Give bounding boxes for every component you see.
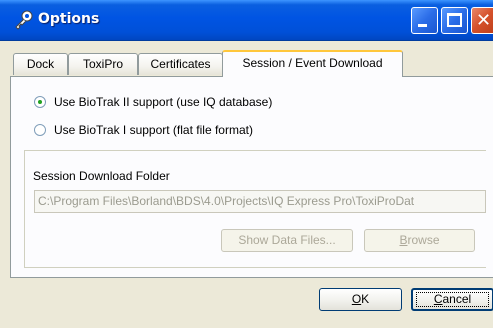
close-button[interactable]: ✕	[471, 7, 493, 34]
biotrak1-radio-label: Use BioTrak I support (flat file format)	[54, 123, 253, 137]
radio-button-checked[interactable]	[34, 96, 46, 108]
ok-label-rest: K	[361, 292, 370, 306]
browse-label-rest: rowse	[407, 233, 440, 247]
browse-button[interactable]: Browse	[364, 229, 475, 252]
radio-button-unchecked[interactable]	[34, 124, 46, 136]
tab-certificates[interactable]: Certificates	[138, 53, 223, 75]
maximize-icon	[447, 13, 462, 27]
browse-accelerator: B	[399, 233, 408, 247]
window-title: Options	[38, 11, 100, 27]
session-download-folder-label: Session Download Folder	[33, 169, 170, 183]
tab-session-event-download[interactable]: Session / Event Download	[222, 50, 403, 77]
focus-rectangle	[416, 292, 489, 307]
cancel-button[interactable]: Cancel	[411, 288, 493, 311]
key-wrench-icon	[15, 10, 33, 30]
ok-button[interactable]: OK	[319, 288, 402, 311]
tab-toxipro[interactable]: ToxiPro	[68, 53, 138, 75]
title-bar[interactable]: Options ✕	[0, 0, 493, 41]
close-icon: ✕	[476, 10, 492, 31]
maximize-button[interactable]	[441, 7, 468, 34]
show-data-files-button[interactable]: Show Data Files...	[221, 229, 353, 252]
biotrak2-radio-label: Use BioTrak II support (use IQ database)	[54, 95, 273, 109]
minimize-icon	[418, 24, 427, 27]
ok-accelerator: O	[351, 292, 362, 306]
minimize-button[interactable]	[411, 7, 438, 34]
tab-strip: Dock ToxiPro Certificates Session / Even…	[0, 50, 493, 77]
session-download-path-field[interactable]: C:\Program Files\Borland\BDS\4.0\Project…	[34, 190, 486, 213]
tab-dock[interactable]: Dock	[13, 53, 68, 75]
